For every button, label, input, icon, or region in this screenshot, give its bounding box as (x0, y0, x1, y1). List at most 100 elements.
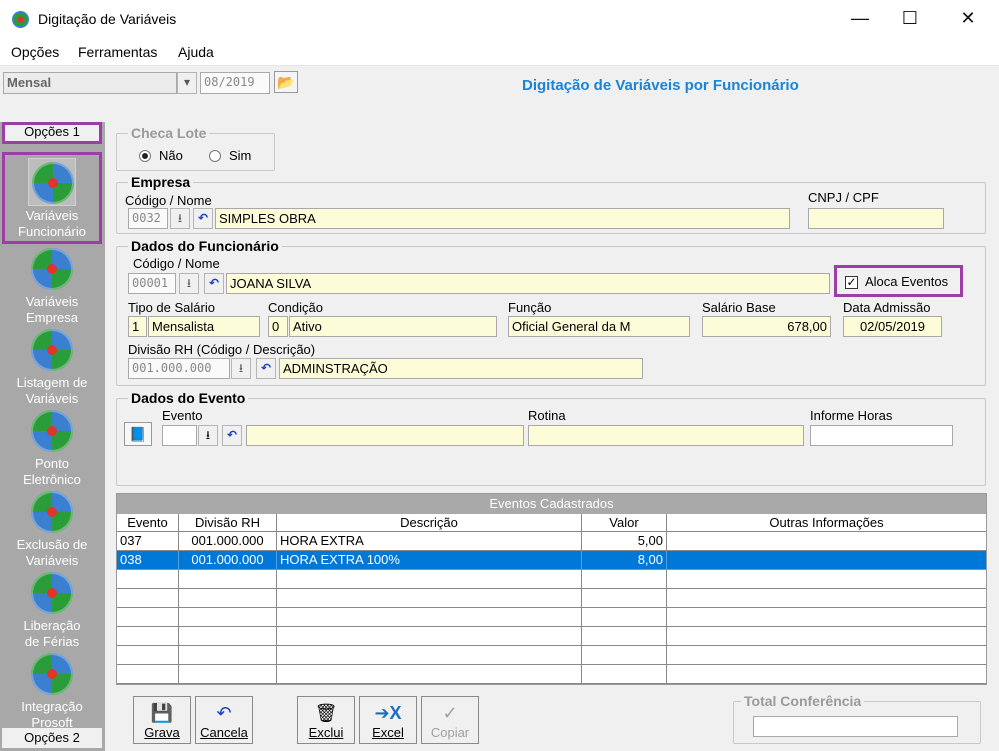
cell-outras (667, 551, 986, 570)
funcionario-code-input[interactable]: 00001 (128, 273, 176, 294)
cell-valor: 5,00 (582, 532, 667, 551)
empresa-title: Empresa (128, 174, 194, 190)
funcionario-title: Dados do Funcionário (128, 238, 282, 254)
column-header-descricao[interactable]: Descrição (277, 514, 582, 532)
window-title: Digitação de Variáveis (38, 11, 177, 27)
funcao-input[interactable]: Oficial General da M (508, 316, 690, 337)
column-header-valor[interactable]: Valor (582, 514, 667, 532)
download-icon[interactable]: ⭳ (198, 425, 218, 446)
sidebar-item-listagem-variaveis[interactable]: Listagem de Variáveis (2, 325, 102, 409)
table-caption: Eventos Cadastrados (117, 494, 986, 514)
sidebar-item-label: Listagem de Variáveis (16, 375, 88, 406)
download-icon[interactable]: ⭳ (231, 358, 251, 379)
radio-sim[interactable] (209, 150, 221, 162)
chevron-down-icon[interactable]: ▾ (177, 72, 197, 94)
empresa-name-input[interactable]: SIMPLES OBRA (215, 208, 790, 229)
undo-icon[interactable]: ↶ (256, 358, 276, 379)
cell-descricao: HORA EXTRA 100% (277, 551, 582, 570)
sidebar-item-variaveis-empresa[interactable]: Variáveis Empresa (2, 244, 102, 328)
page-title: Digitação de Variáveis por Funcionário (522, 77, 799, 94)
menu-ferramentas[interactable]: Ferramentas (78, 44, 157, 60)
menu-ajuda[interactable]: Ajuda (178, 44, 214, 60)
cell-valor: 8,00 (582, 551, 667, 570)
total-input[interactable] (753, 716, 958, 737)
sidebar-item-ponto-eletronico[interactable]: Ponto Eletrônico (2, 406, 102, 490)
menu-opcoes[interactable]: Opções (11, 44, 59, 60)
column-header-evento[interactable]: Evento (117, 514, 179, 532)
condicao-code[interactable]: 0 (268, 316, 288, 337)
cnpj-label: CNPJ / CPF (808, 190, 879, 205)
radio-nao[interactable] (139, 150, 151, 162)
evento-title: Dados do Evento (128, 390, 249, 406)
checa-lote-title: Checa Lote (128, 125, 210, 141)
cell-evento: 038 (117, 551, 179, 570)
condicao-label: Condição (268, 300, 323, 315)
column-header-divisao[interactable]: Divisão RH (179, 514, 277, 532)
empresa-code-input[interactable]: 0032 (128, 208, 168, 229)
globe-icon (31, 572, 73, 614)
radio-nao-label: Não (159, 148, 183, 163)
book-icon[interactable]: 📘 (124, 422, 152, 446)
sidebar-item-integracao-prosoft[interactable]: Integração Prosoft (2, 649, 102, 733)
divisao-code-input[interactable]: 001.000.000 (128, 358, 230, 379)
empty-rows (117, 570, 986, 684)
period-input[interactable]: 08/2019 (200, 72, 270, 94)
sidebar-tab-opcoes-1[interactable]: Opções 1 (2, 122, 102, 144)
sidebar-item-label: Integração Prosoft (21, 699, 83, 730)
sidebar-item-exclusao-variaveis[interactable]: Exclusão de Variáveis (2, 487, 102, 571)
column-header-outras[interactable]: Outras Informações (667, 514, 986, 532)
funcionario-name-input[interactable]: JOANA SILVA (226, 273, 830, 294)
funcionario-code-label: Código / Nome (133, 256, 220, 271)
divisao-desc-input[interactable]: ADMINSTRAÇÃO (279, 358, 643, 379)
empresa-code-label: Código / Nome (125, 193, 212, 208)
cancela-button[interactable]: ↶ Cancela (195, 696, 253, 744)
condicao-desc[interactable]: Ativo (289, 316, 497, 337)
salario-input[interactable]: 678,00 (702, 316, 831, 337)
horas-label: Informe Horas (810, 408, 893, 423)
sidebar-item-label: Exclusão de Variáveis (16, 537, 88, 568)
tipo-salario-desc[interactable]: Mensalista (148, 316, 260, 337)
tipo-salario-label: Tipo de Salário (128, 300, 215, 315)
globe-icon (31, 491, 73, 533)
horas-input[interactable] (810, 425, 953, 446)
aloca-eventos-label: Aloca Eventos (865, 274, 949, 289)
exclui-button[interactable]: 🗑 Exclui (297, 696, 355, 744)
open-folder-icon[interactable]: 📂 (274, 71, 298, 93)
table-row-selected[interactable]: 038 001.000.000 HORA EXTRA 100% 8,00 (117, 551, 986, 570)
total-title: Total Conferência (741, 693, 865, 709)
table-row[interactable]: 037 001.000.000 HORA EXTRA 5,00 (117, 532, 986, 551)
app-icon (12, 11, 29, 28)
grava-button[interactable]: 💾 Grava (133, 696, 191, 744)
sidebar-item-liberacao-ferias[interactable]: Liberação de Férias (2, 568, 102, 652)
tipo-salario-code[interactable]: 1 (128, 316, 147, 337)
undo-icon[interactable]: ↶ (222, 425, 242, 446)
globe-icon (31, 248, 73, 290)
undo-icon: ↶ (216, 703, 232, 723)
cell-outras (667, 532, 986, 551)
excel-button[interactable]: ➔X Excel (359, 696, 417, 744)
evento-desc-input[interactable] (246, 425, 524, 446)
copiar-button[interactable]: ✓ Copiar (421, 696, 479, 744)
globe-icon (31, 653, 73, 695)
minimize-button[interactable]: — (837, 0, 883, 38)
rotina-label: Rotina (528, 408, 566, 423)
rotina-input[interactable] (528, 425, 804, 446)
close-button[interactable]: ✕ (945, 0, 991, 38)
cell-divisao: 001.000.000 (179, 532, 277, 551)
aloca-eventos-checkbox[interactable]: ✓ (845, 276, 858, 289)
menu-bar: Opções Ferramentas Ajuda (0, 38, 999, 66)
sidebar-tab-opcoes-2[interactable]: Opções 2 (2, 728, 102, 748)
undo-icon[interactable]: ↶ (193, 208, 213, 229)
evento-code-input[interactable] (162, 425, 197, 446)
sidebar-item-label: Variáveis Empresa (25, 294, 79, 325)
sidebar-item-variaveis-funcionario[interactable]: Variáveis Funcionário (2, 152, 102, 244)
period-select[interactable]: Mensal (3, 72, 177, 94)
admissao-input[interactable]: 02/05/2019 (843, 316, 942, 337)
evento-label: Evento (162, 408, 203, 423)
maximize-button[interactable]: ☐ (887, 0, 933, 38)
excel-icon: ➔X (374, 703, 402, 723)
cnpj-input[interactable] (808, 208, 944, 229)
undo-icon[interactable]: ↶ (204, 273, 224, 294)
download-icon[interactable]: ⭳ (170, 208, 190, 229)
download-icon[interactable]: ⭳ (179, 273, 199, 294)
